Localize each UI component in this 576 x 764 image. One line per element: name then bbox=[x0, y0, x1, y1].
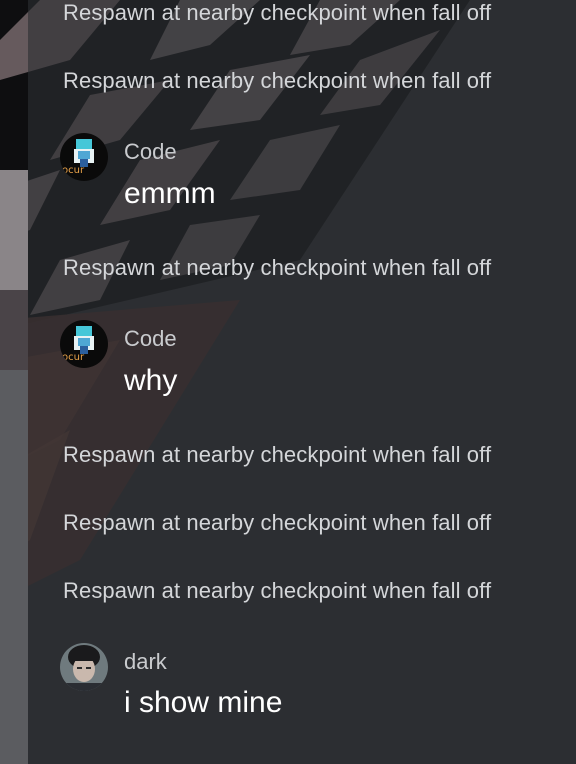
system-message: Respawn at nearby checkpoint when fall o… bbox=[63, 68, 492, 93]
system-message: Respawn at nearby checkpoint when fall o… bbox=[63, 510, 492, 535]
system-message: Respawn at nearby checkpoint when fall o… bbox=[63, 578, 492, 603]
system-message: Respawn at nearby checkpoint when fall o… bbox=[63, 442, 492, 467]
pixel-avatar-icon[interactable]: ocur bbox=[60, 133, 108, 181]
chat-message-text: why bbox=[124, 364, 178, 397]
chat-message-text: i show mine bbox=[124, 686, 283, 719]
chat-message-text: emmm bbox=[124, 177, 216, 210]
profile-photo-avatar[interactable] bbox=[60, 643, 108, 691]
username: Code bbox=[124, 326, 177, 351]
system-message: Respawn at nearby checkpoint when fall o… bbox=[63, 0, 492, 25]
chat-panel bbox=[28, 0, 576, 764]
system-message: Respawn at nearby checkpoint when fall o… bbox=[63, 255, 492, 280]
username: dark bbox=[124, 649, 167, 674]
pixel-avatar-icon[interactable]: ocur bbox=[60, 320, 108, 368]
username: Code bbox=[124, 139, 177, 164]
